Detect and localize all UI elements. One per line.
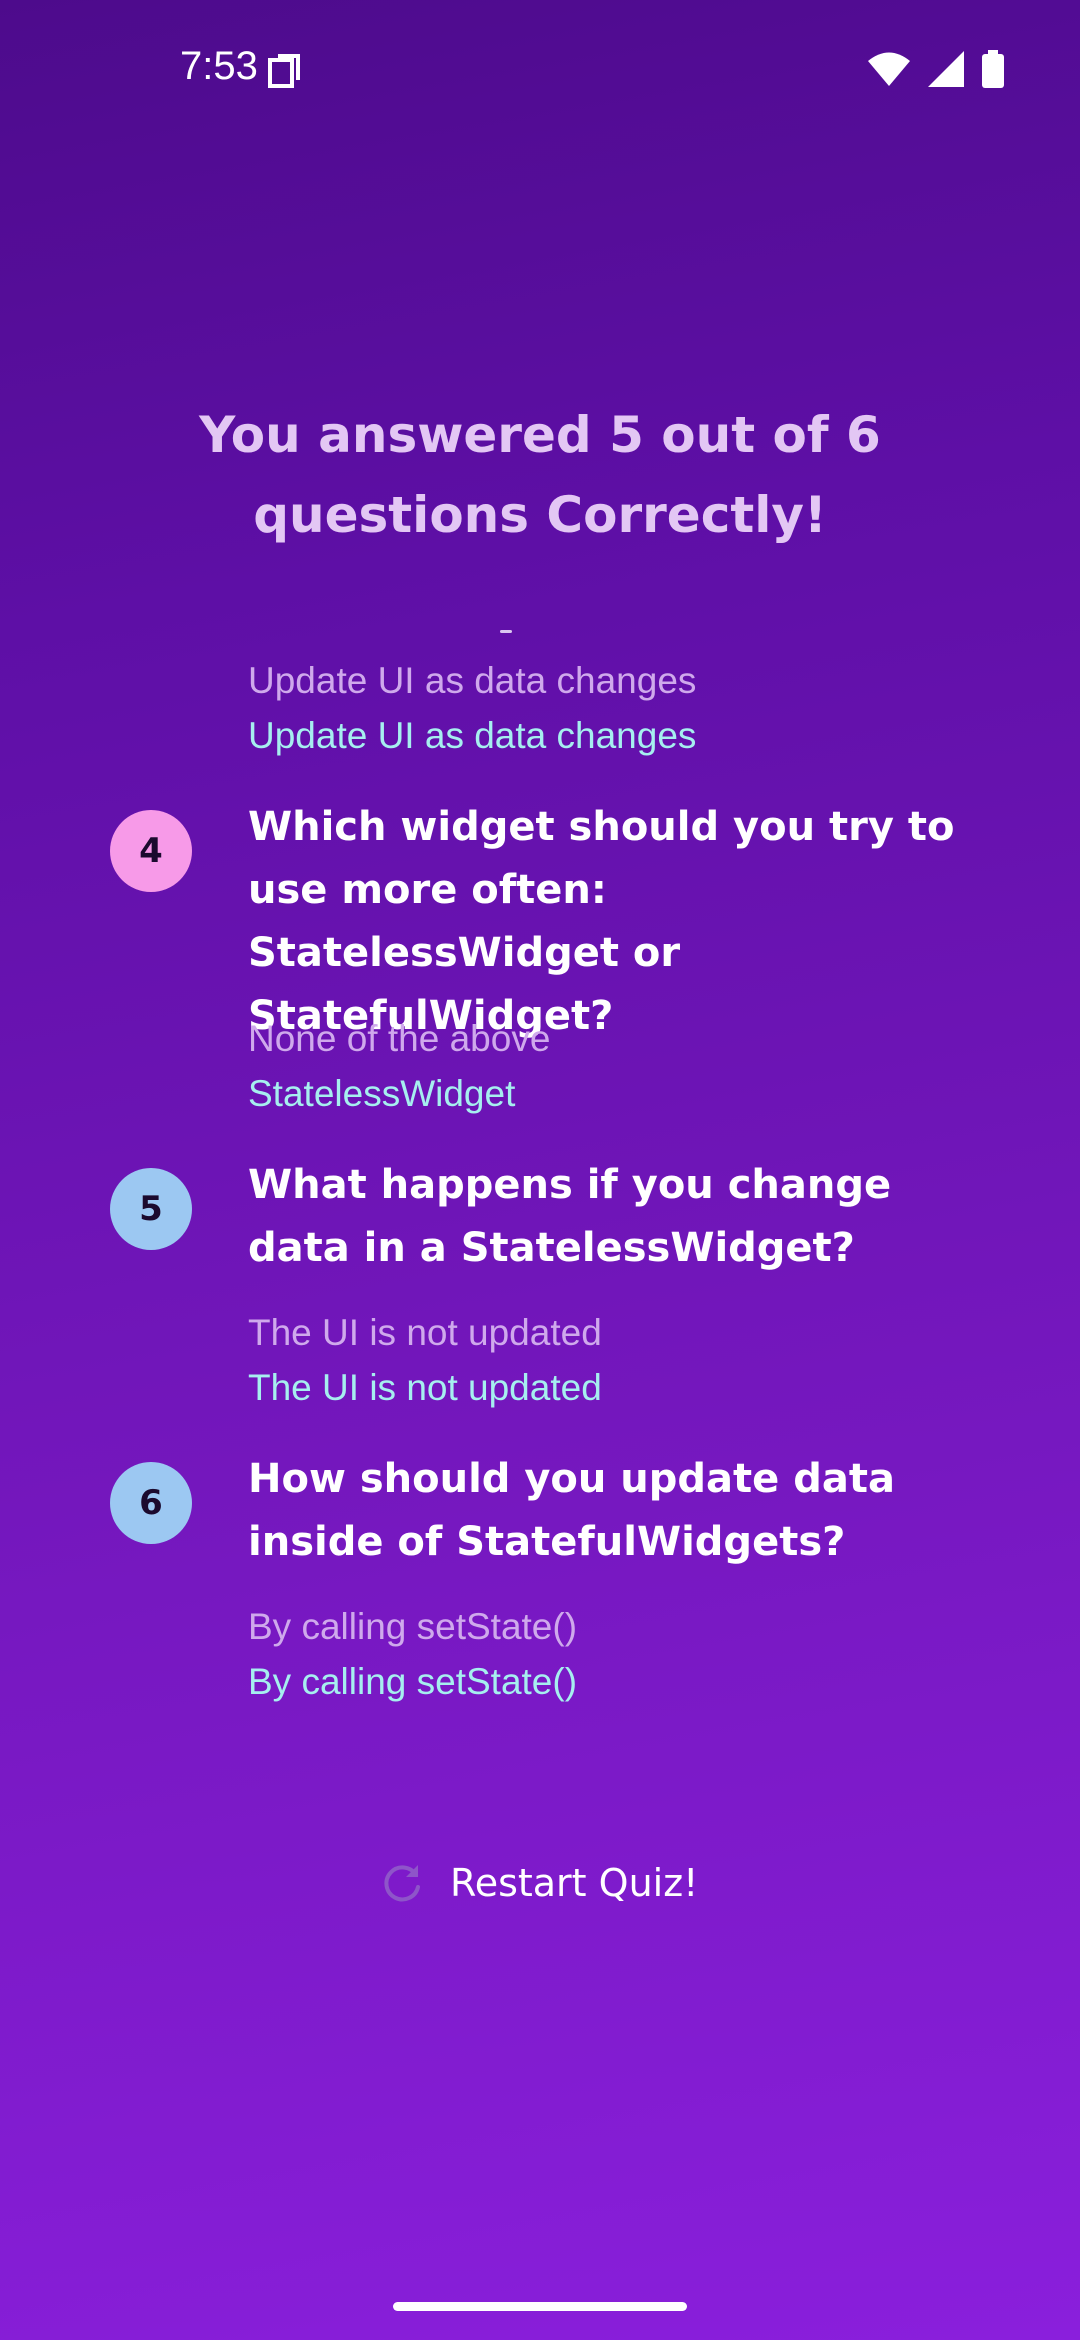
- cellular-signal-icon: [928, 51, 964, 87]
- question-number-badge: 5: [110, 1168, 192, 1250]
- correct-answer: Update UI as data changes: [248, 715, 697, 756]
- correct-answer: By calling setState(): [248, 1661, 578, 1702]
- user-answer: None of the above: [248, 1018, 551, 1059]
- question-number-badge: 4: [110, 810, 192, 892]
- status-bar: 7:53: [0, 0, 1080, 140]
- battery-icon: [982, 50, 1004, 88]
- correct-answer: StatelessWidget: [248, 1073, 516, 1114]
- status-icons: [868, 50, 1004, 88]
- question-number-badge: 6: [110, 1462, 192, 1544]
- question-text: Which widget should you try to use more …: [248, 804, 955, 1039]
- wifi-icon: [868, 52, 910, 86]
- restart-quiz-button[interactable]: Restart Quiz!: [380, 1850, 698, 1916]
- refresh-icon: [384, 1865, 420, 1902]
- status-time: 7:53: [180, 44, 258, 88]
- home-indicator[interactable]: [393, 2302, 687, 2311]
- restart-quiz-label: Restart Quiz!: [450, 1861, 699, 1905]
- answers-summary-list[interactable]: Update UI as data changes Update UI as d…: [0, 610, 1080, 1730]
- question-text: How should you update data inside of Sta…: [248, 1456, 895, 1565]
- user-answer: By calling setState(): [248, 1606, 578, 1647]
- copy-icon: [268, 54, 300, 88]
- results-title: You answered 5 out of 6 questions Correc…: [199, 406, 881, 544]
- correct-answer: The UI is not updated: [248, 1367, 602, 1408]
- user-answer: Update UI as data changes: [248, 660, 697, 701]
- question-text: What happens if you change data in a Sta…: [248, 1162, 892, 1271]
- user-answer: The UI is not updated: [248, 1312, 602, 1353]
- clipped-text-fragment: [500, 630, 512, 633]
